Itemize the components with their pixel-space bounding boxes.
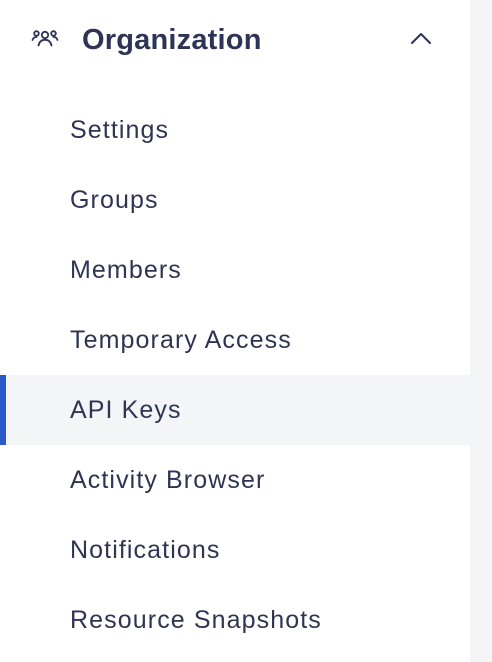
sidebar: Organization Settings Groups Members Tem… — [0, 0, 470, 662]
sidebar-item-members[interactable]: Members — [0, 235, 470, 305]
sidebar-item-temporary-access[interactable]: Temporary Access — [0, 305, 470, 375]
sidebar-item-label: API Keys — [70, 396, 182, 424]
sidebar-item-label: Resource Snapshots — [70, 606, 322, 634]
sidebar-item-label: Notifications — [70, 536, 221, 564]
sidebar-item-label: Activity Browser — [70, 466, 266, 494]
people-group-icon — [31, 29, 59, 51]
scrollbar-track[interactable] — [470, 0, 492, 662]
sidebar-item-api-keys[interactable]: API Keys — [0, 375, 470, 445]
sidebar-item-settings[interactable]: Settings — [0, 95, 470, 165]
active-indicator — [0, 375, 6, 445]
chevron-up-icon[interactable] — [408, 28, 434, 48]
sidebar-item-label: Members — [70, 256, 182, 284]
sidebar-item-activity-browser[interactable]: Activity Browser — [0, 445, 470, 515]
organization-section-header[interactable]: Organization — [0, 0, 470, 80]
sidebar-item-notifications[interactable]: Notifications — [0, 515, 470, 585]
sidebar-item-label: Groups — [70, 186, 159, 214]
sidebar-item-groups[interactable]: Groups — [0, 165, 470, 235]
sidebar-item-resource-snapshots[interactable]: Resource Snapshots — [0, 585, 470, 655]
section-title: Organization — [82, 24, 262, 56]
sidebar-item-label: Temporary Access — [70, 326, 292, 354]
sidebar-item-label: Settings — [70, 116, 170, 144]
organization-nav-list: Settings Groups Members Temporary Access… — [0, 95, 470, 655]
